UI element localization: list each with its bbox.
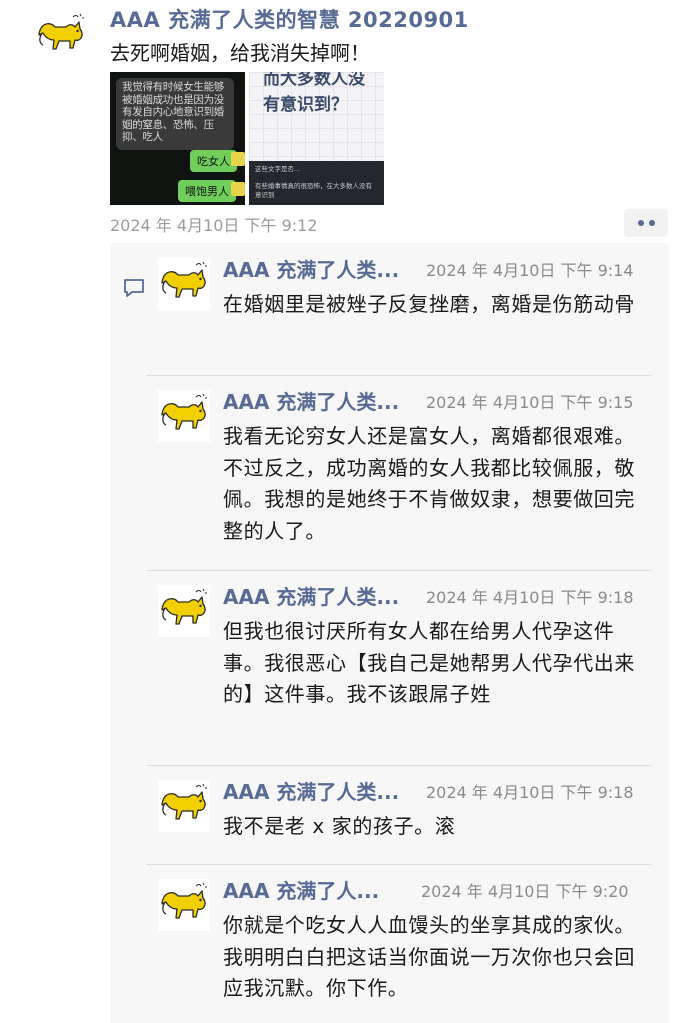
chat-avatar-icon <box>231 182 245 196</box>
comment-time: 2024 年 4月10日 下午 9:18 <box>426 588 634 607</box>
chat-bubble: 吃女人 <box>190 150 237 172</box>
comment-text[interactable]: 我看无论穷女人还是富女人，离婚都很艰难。不过反之，成功离婚的女人我都比较佩服，敬… <box>223 421 653 547</box>
moments-post-page: AAA 充满了人类的智慧 20220901 去死啊婚姻，给我消失掉啊！ 我觉得有… <box>0 0 685 1023</box>
post-timestamp: 2024 年 4月10日 下午 9:12 <box>110 216 318 235</box>
comment-text[interactable]: 我不是老 x 家的孩子。滚 <box>223 811 653 843</box>
slide-footer: 这些文字是否... 有些婚事情真的很恐怖，在大多数人没有意识到 <box>249 161 384 205</box>
comment-bubble-icon <box>124 279 144 297</box>
comment-time: 2024 年 4月10日 下午 9:18 <box>426 783 634 802</box>
comment-time: 2024 年 4月10日 下午 9:15 <box>426 393 634 412</box>
comment-text[interactable]: 你就是个吃女人人血馒头的坐享其成的家伙。我明明白白把这话当你面说一万次你也只会回… <box>223 910 653 1005</box>
cat-avatar-icon[interactable] <box>158 879 210 931</box>
post-author-name[interactable]: AAA 充满了人类的智慧 20220901 <box>110 4 469 34</box>
comment-author[interactable]: AAA 充满了人类... <box>223 581 399 610</box>
slide-title: 而大多数人没有意识到？ <box>263 72 365 115</box>
divider <box>146 375 652 376</box>
divider <box>146 765 652 766</box>
slide-footer-head: 这些文字是否... <box>255 165 301 173</box>
cat-avatar-icon[interactable] <box>158 390 210 442</box>
comment-time: 2024 年 4月10日 下午 9:20 <box>421 882 629 901</box>
comment-time: 2024 年 4月10日 下午 9:14 <box>426 261 634 280</box>
post-image-chat-screenshot[interactable]: 我觉得有时候女生能够被婚姻成功也是因为没有发自内心地意识到婚姻的窒息、恐怖、压抑… <box>110 72 245 205</box>
more-dots-icon[interactable] <box>624 209 668 237</box>
divider <box>146 570 652 571</box>
chat-bubble: 喂饱男人 <box>178 180 236 202</box>
comment-author[interactable]: AAA 充满了人类... <box>223 254 399 283</box>
chat-avatar-icon <box>231 152 245 166</box>
comment-author[interactable]: AAA 充满了人... <box>223 875 379 904</box>
cat-avatar-icon[interactable] <box>158 585 210 637</box>
comment-text[interactable]: 但我也很讨厌所有女人都在给男人代孕这件事。我很恶心【我自己是她帮男人代孕代出来的… <box>223 616 653 711</box>
comment-text[interactable]: 在婚姻里是被矬子反复挫磨，离婚是伤筋动骨 <box>223 289 653 321</box>
comment-author[interactable]: AAA 充满了人类... <box>223 776 399 805</box>
chat-text-card: 我觉得有时候女生能够被婚姻成功也是因为没有发自内心地意识到婚姻的窒息、恐怖、压抑… <box>116 78 234 150</box>
post-text: 去死啊婚姻，给我消失掉啊！ <box>110 41 370 65</box>
cat-avatar-icon[interactable] <box>158 780 210 832</box>
cat-avatar-icon[interactable] <box>158 258 210 310</box>
comment-author[interactable]: AAA 充满了人类... <box>223 386 399 415</box>
cat-avatar-icon[interactable] <box>35 10 87 62</box>
slide-footer-text: 有些婚事情真的很恐怖，在大多数人没有意识到 <box>255 182 372 199</box>
post-image-slide-screenshot[interactable]: 而大多数人没有意识到？ 这些文字是否... 有些婚事情真的很恐怖，在大多数人没有… <box>249 72 384 205</box>
divider <box>146 864 652 865</box>
